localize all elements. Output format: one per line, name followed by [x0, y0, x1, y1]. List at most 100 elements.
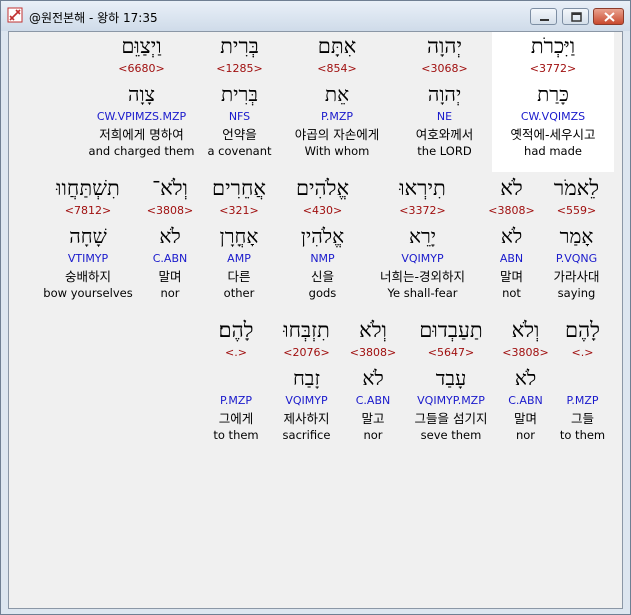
english-gloss: to them [559, 428, 606, 442]
english-gloss: saying [557, 286, 596, 300]
korean-gloss: 말며 [513, 411, 537, 426]
parsing-code: C.ABN [355, 394, 391, 407]
word-cell[interactable]: אֱלֹהִים <430> אֱלֹהִין NMP 신을 gods [284, 178, 361, 302]
hebrew-word: אֱלֹהִים [295, 176, 350, 200]
title-bar[interactable]: @원전본해 - 왕하 17:35 [1, 1, 630, 31]
parsing-code: VQIMYP.MZP [417, 394, 485, 407]
maximize-icon [571, 12, 582, 22]
interlinear-view[interactable]: וַיִּכְרֹת <3772> כָּרַת CW.VQIMZS 옛적에-세… [8, 31, 623, 609]
hebrew-word: וְלֹא [359, 318, 387, 342]
english-gloss: a covenant [207, 144, 272, 158]
parsing-code: NFS [228, 110, 251, 123]
english-gloss: bow yourselves [43, 286, 133, 300]
strong-number[interactable]: <3068> [397, 63, 492, 78]
word-cell[interactable]: וְלֹא־ <3808> לֹא C.ABN 말며 nor [140, 178, 200, 302]
parsing-code: C.ABN [508, 394, 543, 407]
hebrew-word: אֲחֵרִים [212, 176, 266, 200]
hebrew-word: לָהֶם׃ [218, 318, 254, 342]
word-cell[interactable]: תַעַבְדוּם <5647> עָבַד VQIMYP.MZP 그들을 섬… [405, 320, 497, 444]
english-gloss: other [223, 286, 255, 300]
word-cell[interactable]: לָהֶם <.> P.MZP 그들 to them [554, 320, 611, 444]
strong-number[interactable]: <2076> [273, 347, 340, 362]
strong-number[interactable]: <3808> [484, 205, 539, 220]
word-cell[interactable]: תִזְבְּחוּ <2076> זָבַח VQIMYP 제사하지 sacr… [273, 320, 340, 444]
strong-number[interactable]: <5647> [405, 347, 497, 362]
parsing-code: AMP [227, 252, 251, 265]
strong-number[interactable]: <854> [277, 63, 397, 78]
word-cell[interactable]: וְלֹא <3808> לֹא C.ABN 말며 nor [497, 320, 554, 444]
english-gloss: gods [308, 286, 337, 300]
hebrew-root: צָוָה [127, 82, 156, 106]
korean-gloss: 너희는-경외하지 [379, 269, 465, 284]
parsing-code: VQIMYP [285, 394, 328, 407]
english-gloss: nor [160, 286, 180, 300]
strong-number[interactable]: <3772> [492, 63, 614, 78]
strong-number[interactable]: <3372> [361, 205, 484, 220]
english-gloss: to them [213, 428, 259, 442]
korean-gloss: 말며 [499, 269, 523, 284]
close-button[interactable] [593, 8, 624, 25]
hebrew-word: תַעַבְדוּם [419, 318, 483, 342]
hebrew-root: לֹא [514, 366, 537, 390]
maximize-button[interactable] [562, 8, 589, 25]
korean-gloss: 제사하지 [283, 411, 330, 426]
word-cell[interactable]: לָהֶם׃ <.> P.MZP 그에게 to them [207, 320, 265, 444]
korean-gloss: 언약을 [222, 127, 257, 142]
word-cell[interactable]: בְּרִית <1285> בְּרִית NFS 언약을 a covenan… [202, 36, 277, 160]
english-gloss: not [502, 286, 521, 300]
strong-number[interactable]: <6680> [81, 63, 202, 78]
strong-number[interactable]: <3808> [347, 347, 399, 362]
hebrew-root: לֹא [159, 224, 181, 248]
hebrew-root: עָבַד [435, 366, 467, 390]
parsing-code: NE [436, 110, 453, 123]
strong-number[interactable]: <559> [539, 205, 614, 220]
word-cell[interactable]: לֵאמֹר <559> אָמַר P.VQNG 가라사대 saying [539, 178, 614, 302]
word-cell[interactable]: וַיְצַוֵּם <6680> צָוָה CW.VPIMZS.MZP 저희… [81, 36, 202, 160]
parsing-code: CW.VQIMZS [520, 110, 586, 123]
hebrew-word: וַיְצַוֵּם [121, 34, 162, 58]
strong-number[interactable]: <.> [554, 347, 611, 362]
hebrew-root: יְהוָה [427, 82, 462, 106]
hebrew-root: אָמַר [559, 224, 594, 248]
hebrew-root: בְּרִית [221, 82, 258, 106]
hebrew-word: לָהֶם [564, 318, 600, 342]
hebrew-word: תִשְׁתַּחֲווּ [56, 176, 120, 200]
strong-number[interactable]: <.> [207, 347, 265, 362]
parsing-code: CW.VPIMZS.MZP [96, 110, 187, 123]
korean-gloss: 옛적에-세우시고 [510, 127, 596, 142]
word-cell[interactable]: אֲחֵרִים <321> אָחֳרָן AMP 다른 other [205, 178, 273, 302]
parsing-code: ABN [499, 252, 524, 265]
word-cell[interactable]: וַיִּכְרֹת <3772> כָּרַת CW.VQIMZS 옛적에-세… [492, 36, 614, 160]
hebrew-root: זָבַח [292, 366, 321, 390]
hebrew-root: כָּרַת [537, 82, 569, 106]
hebrew-root: יָרֵא [408, 224, 437, 248]
hebrew-word: וְלֹא [511, 318, 540, 342]
hebrew-word: לֹא [500, 176, 523, 200]
parsing-code: P.MZP [566, 394, 599, 407]
word-cell[interactable]: אִתָּם <854> אֵת P.MZP 야곱의 자손에게 With who… [277, 36, 397, 160]
word-cell[interactable]: יְהוָה <3068> יְהוָה NE 여호와께서 the LORD [397, 36, 492, 160]
strong-number[interactable]: <7812> [41, 205, 135, 220]
strong-number[interactable]: <3808> [140, 205, 200, 220]
word-cell[interactable]: לֹא <3808> לֹא ABN 말며 not [484, 178, 539, 302]
hebrew-root: אֵת [324, 82, 350, 106]
hebrew-root: אָחֳרָן [219, 224, 259, 248]
strong-number[interactable]: <3808> [497, 347, 554, 362]
hebrew-word: לֵאמֹר [553, 176, 600, 200]
strong-number[interactable]: <321> [205, 205, 273, 220]
korean-gloss: 숭배하지 [64, 269, 111, 284]
strong-number[interactable]: <1285> [202, 63, 277, 78]
parsing-code: NMP [310, 252, 335, 265]
word-cell[interactable]: תִשְׁתַּחֲווּ <7812> שָׁחָה VTIMYP 숭배하지 … [41, 178, 135, 302]
parsing-code: VTIMYP [67, 252, 109, 265]
minimize-button[interactable] [530, 8, 557, 25]
word-cell[interactable]: וְלֹא <3808> לֹא C.ABN 말고 nor [347, 320, 399, 444]
word-cell[interactable]: תִירְאוּ <3372> יָרֵא VQIMYP 너희는-경외하지 Ye… [361, 178, 484, 302]
english-gloss: and charged them [88, 144, 195, 158]
hebrew-word: תִירְאוּ [399, 176, 446, 200]
strong-number[interactable]: <430> [284, 205, 361, 220]
parsing-code: VQIMYP [401, 252, 444, 265]
hebrew-word: אִתָּם [317, 34, 357, 58]
english-gloss: seve them [420, 428, 482, 442]
hebrew-word: וְלֹא־ [152, 176, 188, 200]
